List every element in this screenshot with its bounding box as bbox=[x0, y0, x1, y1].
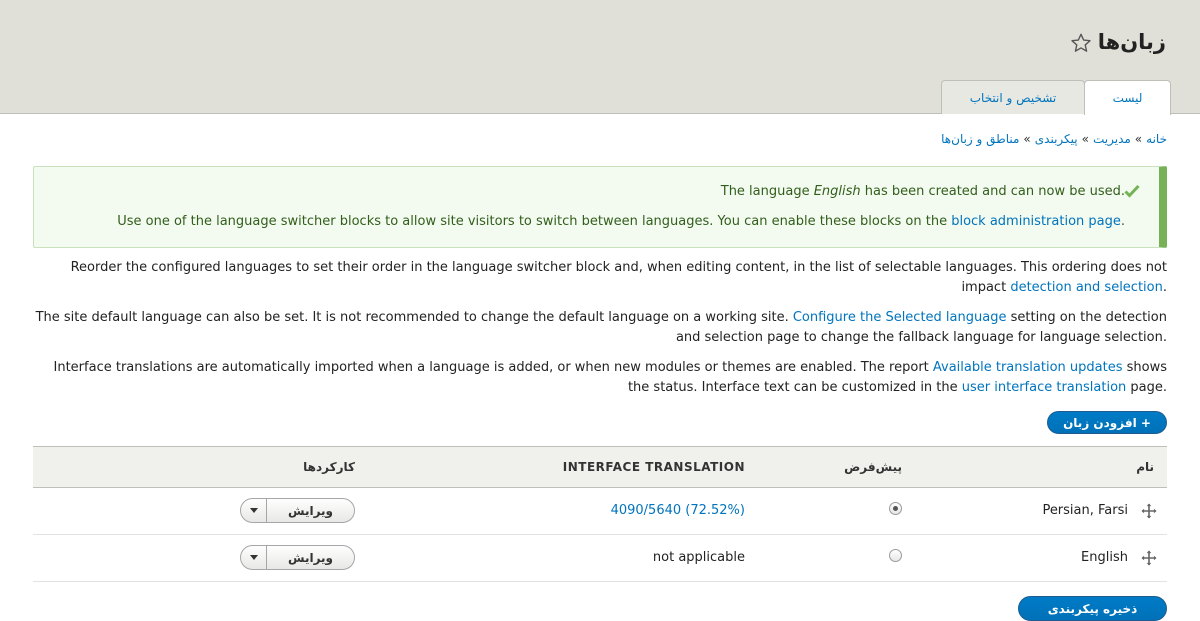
status-message-created: The language English has been created an… bbox=[721, 184, 1125, 199]
breadcrumb-home[interactable]: خانه bbox=[1146, 132, 1167, 146]
default-radio[interactable] bbox=[889, 549, 902, 562]
msg-text: . bbox=[1120, 214, 1125, 229]
msg-language: English bbox=[813, 184, 861, 199]
languages-table: نام پیش‌فرض INTERFACE TRANSLATION کارکرد… bbox=[33, 446, 1167, 582]
description-translations: Interface translations are automatically… bbox=[54, 358, 1167, 378]
status-message-hint: Use one of the language switcher blocks … bbox=[117, 214, 1125, 229]
save-configuration-button[interactable]: ذخیره پیکربندی bbox=[1018, 596, 1167, 621]
desc-text: the status. Interface text can be custom… bbox=[627, 380, 962, 395]
description-default: The site default language can also be se… bbox=[36, 308, 1167, 328]
column-name: نام bbox=[1136, 460, 1154, 474]
table-row: Persian, Farsi 4090/5640 (72.52%) ویرایش bbox=[33, 488, 1167, 535]
breadcrumb-regional[interactable]: مناطق و زبان‌ها bbox=[941, 132, 1019, 146]
page-title: زبان‌ها bbox=[1097, 30, 1166, 54]
language-name: Persian, Farsi bbox=[1042, 503, 1128, 518]
description-default-cont: and selection page to change the fallbac… bbox=[675, 330, 1167, 345]
breadcrumb-separator: » bbox=[1134, 132, 1143, 146]
operations-toggle[interactable] bbox=[241, 499, 267, 522]
translation-status: not applicable bbox=[652, 550, 745, 565]
chevron-down-icon bbox=[249, 555, 258, 560]
desc-text: Interface translations are automatically… bbox=[53, 360, 933, 375]
desc-text: . bbox=[1162, 280, 1167, 295]
description-reorder: Reorder the configured languages to set … bbox=[70, 260, 1167, 275]
msg-text: Use one of the language switcher blocks … bbox=[117, 214, 952, 229]
detection-selection-link[interactable]: detection and selection bbox=[1010, 280, 1163, 295]
breadcrumb-separator: » bbox=[1023, 132, 1031, 146]
edit-button[interactable]: ویرایش bbox=[267, 546, 354, 569]
operations-dropbutton: ویرایش bbox=[240, 545, 355, 570]
block-admin-link[interactable]: block administration page bbox=[951, 214, 1121, 229]
user-interface-translation-link[interactable]: user interface translation bbox=[962, 380, 1127, 395]
add-language-button[interactable]: + افزودن زبان bbox=[1047, 411, 1167, 434]
column-operations: کارکردها bbox=[303, 460, 355, 474]
drag-handle-icon[interactable] bbox=[1141, 550, 1157, 566]
description-translations-cont: the status. Interface text can be custom… bbox=[628, 378, 1167, 398]
breadcrumb-config[interactable]: پیکربندی bbox=[1035, 132, 1078, 146]
tab-list[interactable]: لیست bbox=[1084, 80, 1171, 115]
msg-text: has been created and can now be used. bbox=[860, 184, 1125, 199]
desc-text: The site default language can also be se… bbox=[35, 310, 793, 325]
language-name: English bbox=[1081, 550, 1128, 565]
translation-status-link[interactable]: 4090/5640 (72.52%) bbox=[611, 503, 745, 518]
desc-text: setting on the detection bbox=[1006, 310, 1167, 325]
tab-detection-selection[interactable]: تشخیص و انتخاب bbox=[941, 80, 1085, 114]
breadcrumb-separator: » bbox=[1081, 132, 1089, 146]
table-header: نام پیش‌فرض INTERFACE TRANSLATION کارکرد… bbox=[33, 446, 1167, 488]
operations-toggle[interactable] bbox=[241, 546, 267, 569]
column-interface-translation: INTERFACE TRANSLATION bbox=[562, 460, 745, 474]
desc-text: shows bbox=[1122, 360, 1167, 375]
status-message: The language English has been created an… bbox=[33, 166, 1167, 248]
default-radio[interactable] bbox=[889, 502, 902, 515]
desc-text: page. bbox=[1126, 380, 1167, 395]
table-row: English not applicable ویرایش bbox=[33, 535, 1167, 582]
page-header: زبان‌ها تشخیص و انتخاب لیست bbox=[0, 0, 1200, 115]
edit-button[interactable]: ویرایش bbox=[267, 499, 354, 522]
breadcrumb-admin[interactable]: مدیریت bbox=[1093, 132, 1131, 146]
available-translation-updates-link[interactable]: Available translation updates bbox=[933, 360, 1123, 375]
operations-dropbutton: ویرایش bbox=[240, 498, 355, 523]
description-reorder-cont: impact detection and selection. bbox=[961, 278, 1167, 298]
desc-text: impact bbox=[961, 280, 1011, 295]
drag-handle-icon[interactable] bbox=[1141, 503, 1157, 519]
tab-label: تشخیص و انتخاب bbox=[969, 90, 1057, 105]
checkmark-icon bbox=[1124, 184, 1140, 198]
msg-text: The language bbox=[720, 184, 814, 199]
configure-selected-language-link[interactable]: Configure the Selected language bbox=[793, 310, 1007, 325]
star-icon[interactable] bbox=[1070, 32, 1092, 54]
column-default: پیش‌فرض bbox=[844, 460, 902, 474]
tab-label: لیست bbox=[1112, 91, 1143, 105]
chevron-down-icon bbox=[249, 508, 258, 513]
breadcrumb: خانه»مدیریت»پیکربندی»مناطق و زبان‌ها bbox=[941, 132, 1167, 146]
